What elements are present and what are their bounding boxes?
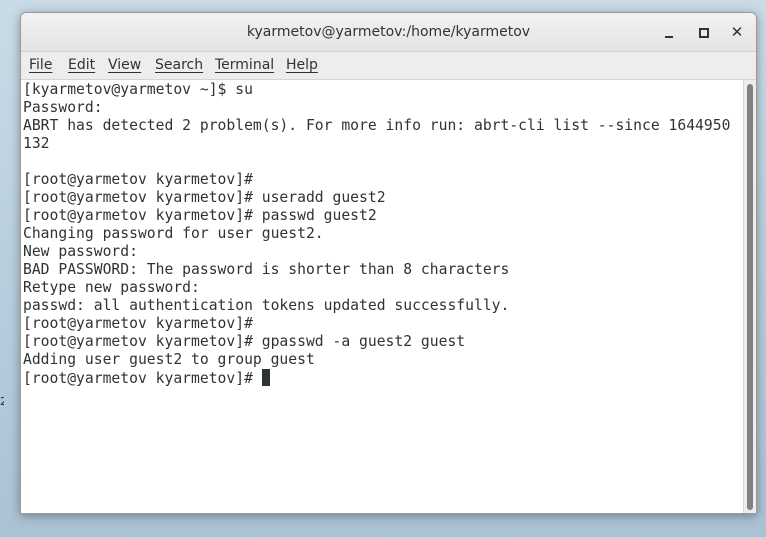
menu-view[interactable]: View <box>108 52 141 79</box>
menu-terminal[interactable]: Terminal <box>215 52 274 79</box>
terminal-line: BAD PASSWORD: The password is shorter th… <box>23 261 510 278</box>
menu-file[interactable]: File <box>29 52 52 79</box>
terminal-line: [root@yarmetov kyarmetov]# <box>23 171 253 188</box>
terminal-line: [kyarmetov@yarmetov ~]$ su <box>23 81 253 98</box>
close-icon: ✕ <box>730 23 744 41</box>
terminal-prompt-line[interactable]: [root@yarmetov kyarmetov]# <box>23 369 730 387</box>
close-button[interactable]: ✕ <box>726 21 748 43</box>
terminal-line: Changing password for user guest2. <box>23 225 324 242</box>
terminal-line: passwd: all authentication tokens update… <box>23 297 510 314</box>
maximize-button[interactable] <box>692 21 714 43</box>
terminal-line: [root@yarmetov kyarmetov]# useradd guest… <box>23 189 386 206</box>
terminal-line: 132 <box>23 135 50 152</box>
menu-help[interactable]: Help <box>286 52 318 79</box>
desktop-edge-text: 2 <box>0 395 4 408</box>
menu-bar: File Edit View Search Terminal Help <box>21 52 756 80</box>
terminal-line: [root@yarmetov kyarmetov]# gpasswd -a gu… <box>23 333 466 350</box>
text-cursor <box>261 369 270 386</box>
terminal-line: Retype new password: <box>23 279 200 296</box>
menu-search[interactable]: Search <box>155 52 203 79</box>
terminal-line: New password: <box>23 243 138 260</box>
vertical-scrollbar[interactable] <box>743 80 756 513</box>
menu-edit[interactable]: Edit <box>68 52 95 79</box>
window-title: kyarmetov@yarmetov:/home/kyarmetov <box>246 24 531 40</box>
terminal-line: ABRT has detected 2 problem(s). For more… <box>23 117 731 134</box>
terminal-line: Password: <box>23 99 103 116</box>
minimize-icon <box>665 36 673 38</box>
scrollbar-thumb[interactable] <box>747 84 753 510</box>
terminal-line: [root@yarmetov kyarmetov]# passwd guest2 <box>23 207 377 224</box>
minimize-button[interactable] <box>658 21 680 43</box>
terminal-prompt: [root@yarmetov kyarmetov]# <box>23 370 262 387</box>
terminal-lines: [kyarmetov@yarmetov ~]$ su Password: ABR… <box>23 81 730 387</box>
terminal-line: [root@yarmetov kyarmetov]# <box>23 315 253 332</box>
terminal-output[interactable]: [kyarmetov@yarmetov ~]$ su Password: ABR… <box>21 80 743 513</box>
maximize-icon <box>699 28 709 38</box>
terminal-line: Adding user guest2 to group guest <box>23 351 315 368</box>
title-bar[interactable]: kyarmetov@yarmetov:/home/kyarmetov ✕ <box>21 13 756 52</box>
terminal-window: kyarmetov@yarmetov:/home/kyarmetov ✕ Fil… <box>20 12 757 514</box>
